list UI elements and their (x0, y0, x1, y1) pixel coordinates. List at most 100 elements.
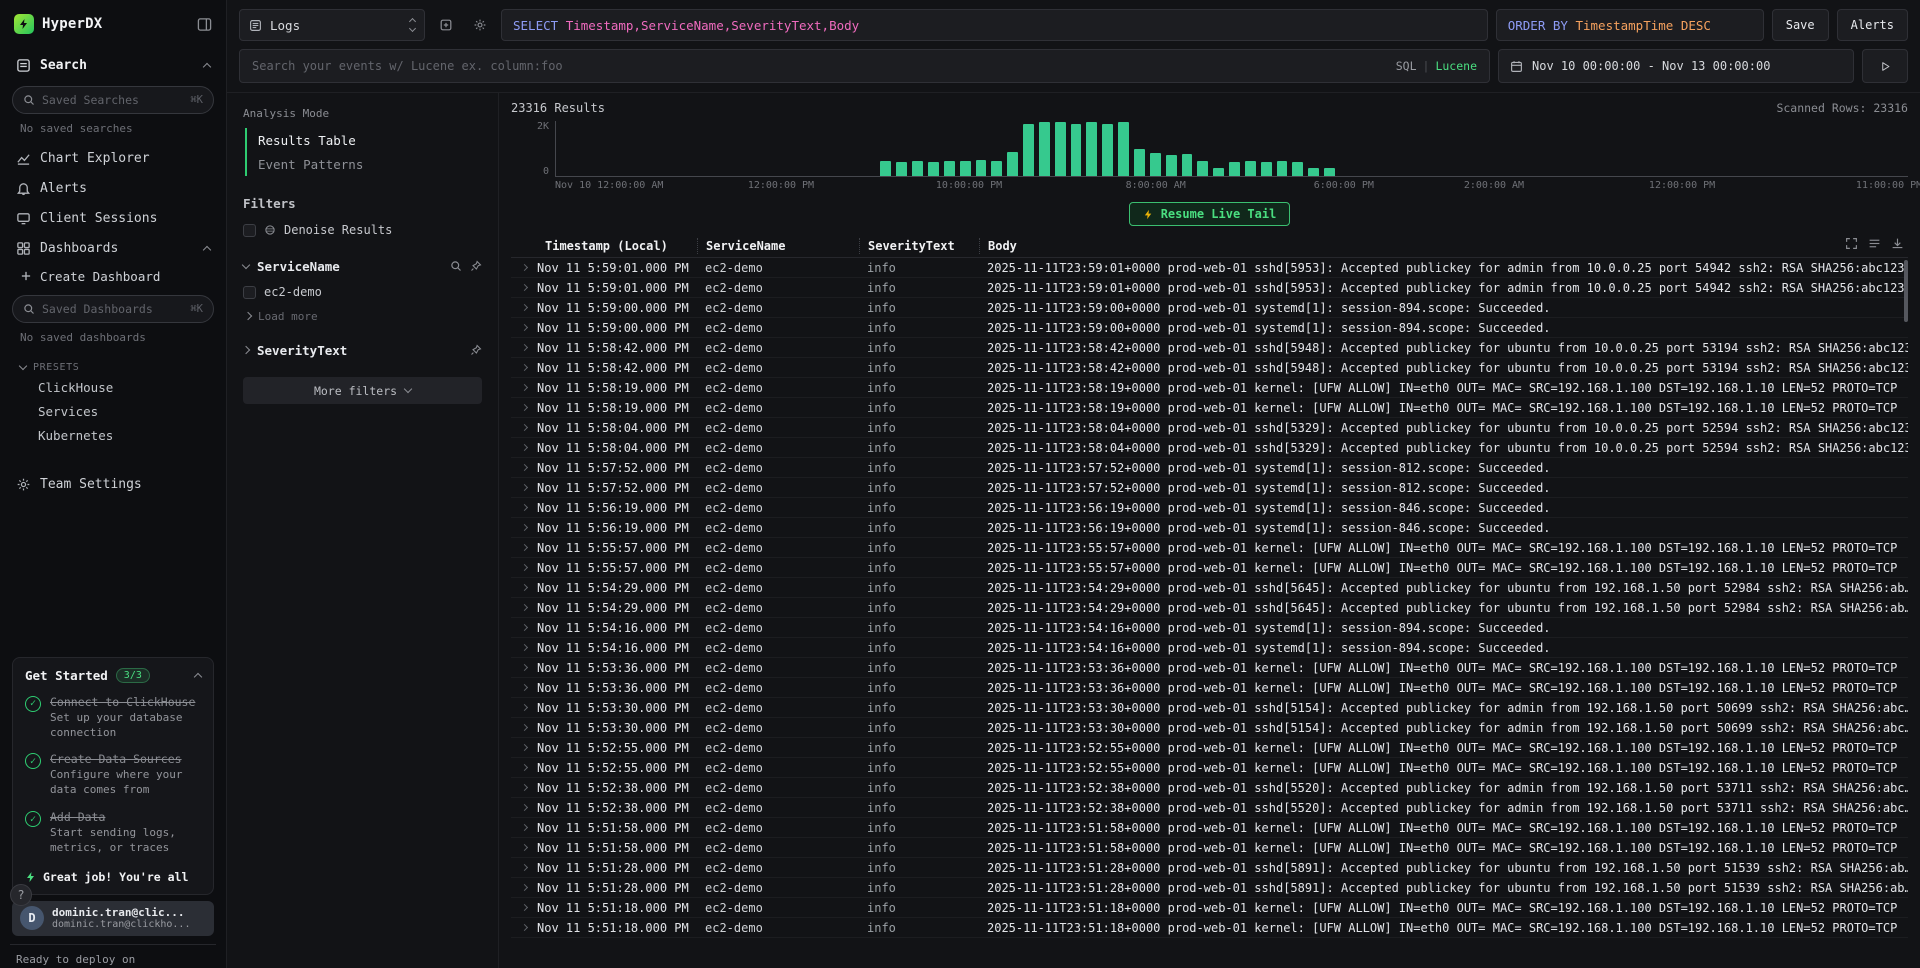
table-row[interactable]: Nov 11 5:53:30.000 PM ec2-demo info 2025… (511, 718, 1908, 738)
table-row[interactable]: Nov 11 5:58:19.000 PM ec2-demo info 2025… (511, 398, 1908, 418)
table-row[interactable]: Nov 11 5:51:58.000 PM ec2-demo info 2025… (511, 818, 1908, 838)
sidebar-item-search[interactable]: Search (10, 50, 216, 80)
resume-live-tail-button[interactable]: Resume Live Tail (1129, 202, 1291, 226)
table-row[interactable]: Nov 11 5:55:57.000 PM ec2-demo info 2025… (511, 538, 1908, 558)
table-row[interactable]: Nov 11 5:55:57.000 PM ec2-demo info 2025… (511, 558, 1908, 578)
table-row[interactable]: Nov 11 5:52:55.000 PM ec2-demo info 2025… (511, 738, 1908, 758)
row-expand-chevron-icon[interactable] (511, 925, 537, 930)
table-row[interactable]: Nov 11 5:59:01.000 PM ec2-demo info 2025… (511, 258, 1908, 278)
saved-dashboards-input[interactable]: ⌘K (12, 295, 214, 323)
table-row[interactable]: Nov 11 5:58:42.000 PM ec2-demo info 2025… (511, 338, 1908, 358)
run-query-button[interactable] (1862, 49, 1908, 83)
preset-item[interactable]: ClickHouse (10, 375, 216, 399)
table-row[interactable]: Nov 11 5:59:01.000 PM ec2-demo info 2025… (511, 278, 1908, 298)
collapse-sidebar-icon[interactable] (197, 17, 212, 32)
row-expand-chevron-icon[interactable] (511, 445, 537, 450)
event-search-input[interactable]: SQL | Lucene (239, 49, 1490, 83)
table-row[interactable]: Nov 11 5:54:16.000 PM ec2-demo info 2025… (511, 618, 1908, 638)
row-expand-chevron-icon[interactable] (511, 865, 537, 870)
table-row[interactable]: Nov 11 5:58:42.000 PM ec2-demo info 2025… (511, 358, 1908, 378)
table-row[interactable]: Nov 11 5:58:04.000 PM ec2-demo info 2025… (511, 418, 1908, 438)
row-expand-chevron-icon[interactable] (511, 685, 537, 690)
row-expand-chevron-icon[interactable] (511, 525, 537, 530)
sidebar-item-team-settings[interactable]: Team Settings (10, 469, 216, 499)
row-expand-chevron-icon[interactable] (511, 405, 537, 410)
sql-select-editor[interactable]: SELECT Timestamp,ServiceName,SeverityTex… (501, 9, 1488, 41)
filter-option-checkbox[interactable] (243, 286, 256, 299)
row-expand-chevron-icon[interactable] (511, 265, 537, 270)
presets-header[interactable]: PRESETS (10, 352, 216, 375)
table-row[interactable]: Nov 11 5:52:55.000 PM ec2-demo info 2025… (511, 758, 1908, 778)
row-expand-chevron-icon[interactable] (511, 505, 537, 510)
row-expand-chevron-icon[interactable] (511, 565, 537, 570)
alerts-button[interactable]: Alerts (1837, 9, 1908, 41)
table-row[interactable]: Nov 11 5:56:19.000 PM ec2-demo info 2025… (511, 498, 1908, 518)
row-expand-chevron-icon[interactable] (511, 345, 537, 350)
row-expand-chevron-icon[interactable] (511, 385, 537, 390)
pin-icon[interactable] (470, 344, 482, 356)
save-button[interactable]: Save (1772, 9, 1829, 41)
table-scrollbar[interactable] (1904, 260, 1908, 322)
table-row[interactable]: Nov 11 5:54:29.000 PM ec2-demo info 2025… (511, 598, 1908, 618)
help-button[interactable]: ? (10, 884, 32, 906)
pin-icon[interactable] (470, 260, 482, 272)
row-expand-chevron-icon[interactable] (511, 545, 537, 550)
filter-search-icon[interactable] (450, 260, 462, 272)
get-started-header[interactable]: Get Started 3/3 (25, 668, 201, 683)
table-row[interactable]: Nov 11 5:56:19.000 PM ec2-demo info 2025… (511, 518, 1908, 538)
table-row[interactable]: Nov 11 5:51:28.000 PM ec2-demo info 2025… (511, 878, 1908, 898)
row-expand-chevron-icon[interactable] (511, 825, 537, 830)
columns-settings-icon[interactable] (1868, 237, 1881, 250)
row-expand-chevron-icon[interactable] (511, 305, 537, 310)
row-expand-chevron-icon[interactable] (511, 725, 537, 730)
table-row[interactable]: Nov 11 5:54:29.000 PM ec2-demo info 2025… (511, 578, 1908, 598)
event-search-field[interactable] (252, 59, 1388, 73)
row-expand-chevron-icon[interactable] (511, 585, 537, 590)
row-expand-chevron-icon[interactable] (511, 885, 537, 890)
lang-sql[interactable]: SQL (1396, 59, 1417, 73)
table-row[interactable]: Nov 11 5:52:38.000 PM ec2-demo info 2025… (511, 778, 1908, 798)
row-expand-chevron-icon[interactable] (511, 365, 537, 370)
row-expand-chevron-icon[interactable] (511, 665, 537, 670)
load-more-button[interactable]: Load more (243, 305, 482, 327)
table-row[interactable]: Nov 11 5:53:36.000 PM ec2-demo info 2025… (511, 678, 1908, 698)
row-expand-chevron-icon[interactable] (511, 485, 537, 490)
source-expand-icon[interactable] (433, 9, 459, 41)
get-started-step[interactable]: ✓ Connect to ClickHouse Set up your data… (25, 695, 201, 741)
sidebar-item-chart-explorer[interactable]: Chart Explorer (10, 143, 216, 173)
table-row[interactable]: Nov 11 5:59:00.000 PM ec2-demo info 2025… (511, 318, 1908, 338)
create-dashboard-button[interactable]: Create Dashboard (10, 263, 216, 289)
language-toggle[interactable]: SQL | Lucene (1396, 59, 1477, 73)
user-menu[interactable]: D dominic.tran@clic... dominic.tran@clic… (12, 901, 214, 936)
row-expand-chevron-icon[interactable] (511, 805, 537, 810)
row-expand-chevron-icon[interactable] (511, 465, 537, 470)
saved-searches-input[interactable]: ⌘K (12, 86, 214, 114)
row-expand-chevron-icon[interactable] (511, 705, 537, 710)
row-expand-chevron-icon[interactable] (511, 325, 537, 330)
get-started-step[interactable]: ✓ Create Data Sources Configure where yo… (25, 752, 201, 798)
table-row[interactable]: Nov 11 5:54:16.000 PM ec2-demo info 2025… (511, 638, 1908, 658)
row-expand-chevron-icon[interactable] (511, 645, 537, 650)
col-servicename[interactable]: ServiceName (697, 238, 859, 254)
row-expand-chevron-icon[interactable] (511, 745, 537, 750)
row-expand-chevron-icon[interactable] (511, 845, 537, 850)
table-row[interactable]: Nov 11 5:53:36.000 PM ec2-demo info 2025… (511, 658, 1908, 678)
sidebar-item-alerts[interactable]: Alerts (10, 173, 216, 203)
denoise-results-row[interactable]: Denoise Results (243, 217, 482, 243)
table-row[interactable]: Nov 11 5:57:52.000 PM ec2-demo info 2025… (511, 458, 1908, 478)
more-filters-button[interactable]: More filters (243, 377, 482, 404)
row-expand-chevron-icon[interactable] (511, 285, 537, 290)
mode-results-table[interactable]: Results Table (258, 128, 482, 152)
row-expand-chevron-icon[interactable] (511, 625, 537, 630)
download-icon[interactable] (1891, 237, 1904, 250)
time-range-picker[interactable]: Nov 10 00:00:00 - Nov 13 00:00:00 (1498, 49, 1854, 83)
table-row[interactable]: Nov 11 5:58:04.000 PM ec2-demo info 2025… (511, 438, 1908, 458)
filter-group-severitytext[interactable]: SeverityText (243, 337, 482, 363)
saved-searches-field[interactable] (42, 93, 183, 107)
col-timestamp[interactable]: Timestamp (Local) (537, 238, 697, 254)
col-severitytext[interactable]: SeverityText (859, 238, 979, 254)
get-started-step[interactable]: ✓ Add Data Start sending logs, metrics, … (25, 810, 201, 856)
table-row[interactable]: Nov 11 5:52:38.000 PM ec2-demo info 2025… (511, 798, 1908, 818)
table-row[interactable]: Nov 11 5:58:19.000 PM ec2-demo info 2025… (511, 378, 1908, 398)
table-row[interactable]: Nov 11 5:51:18.000 PM ec2-demo info 2025… (511, 898, 1908, 918)
